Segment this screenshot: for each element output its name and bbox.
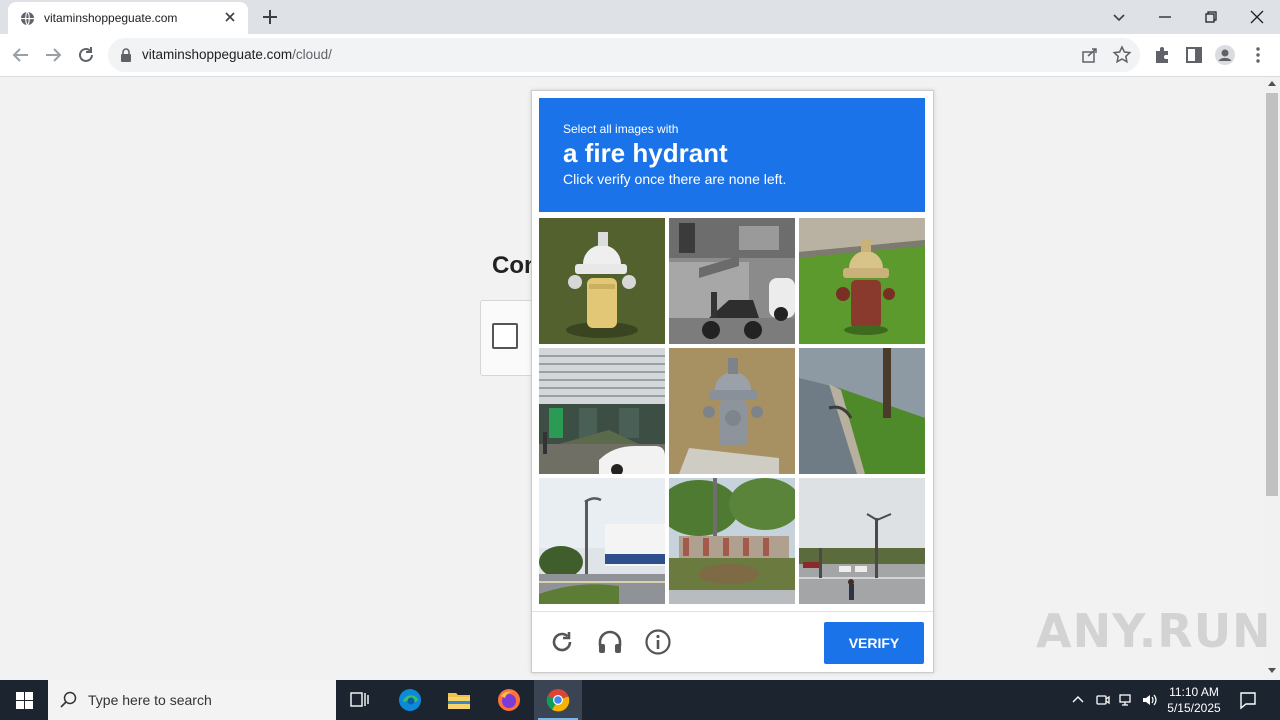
captcha-instruction-hint: Click verify once there are none left. xyxy=(563,171,787,187)
captcha-tile-5[interactable] xyxy=(669,348,795,474)
intersection-with-pedestrian-image xyxy=(799,478,925,604)
notification-center-icon[interactable] xyxy=(1238,690,1258,710)
fence-with-trees-image xyxy=(669,478,795,604)
firefox-icon xyxy=(498,689,520,711)
menu-dots-icon[interactable] xyxy=(1247,44,1269,66)
captcha-footer: VERIFY xyxy=(532,611,933,673)
system-clock[interactable]: 11:10 AM 5/15/2025 xyxy=(1162,684,1226,716)
browser-toolbar: vitaminshoppeguate.com/cloud/ xyxy=(0,34,1280,77)
audio-headphones-icon[interactable] xyxy=(596,628,624,656)
chevron-up-icon[interactable] xyxy=(1070,692,1086,708)
browser-tab[interactable]: vitaminshoppeguate.com xyxy=(8,2,248,34)
folder-icon xyxy=(448,693,470,709)
forward-arrow-icon[interactable] xyxy=(42,44,64,66)
captcha-tile-1[interactable] xyxy=(539,218,665,344)
scooter-by-stairs-image xyxy=(669,218,795,344)
captcha-tile-6[interactable] xyxy=(799,348,925,474)
url-domain: vitaminshoppeguate.com xyxy=(142,47,293,62)
captcha-tile-9[interactable] xyxy=(799,478,925,604)
captcha-tile-2[interactable] xyxy=(669,218,795,344)
new-tab-icon[interactable] xyxy=(260,7,280,27)
verification-checkbox[interactable] xyxy=(492,323,518,349)
task-view-icon xyxy=(350,692,369,707)
start-button[interactable] xyxy=(0,680,48,720)
curb-with-grass-image xyxy=(799,348,925,474)
close-tab-icon[interactable] xyxy=(222,9,238,25)
url-text: vitaminshoppeguate.com/cloud/ xyxy=(142,47,332,62)
info-icon[interactable] xyxy=(644,628,672,656)
captcha-instruction-intro: Select all images with xyxy=(563,122,679,136)
clock-time: 11:10 AM xyxy=(1169,685,1219,699)
taskbar-chrome[interactable] xyxy=(534,680,582,720)
meet-now-icon[interactable] xyxy=(1095,692,1111,708)
network-icon[interactable] xyxy=(1118,692,1134,708)
profile-avatar-icon[interactable] xyxy=(1214,44,1236,66)
volume-icon[interactable] xyxy=(1141,692,1157,708)
taskbar-firefox[interactable] xyxy=(485,680,533,720)
task-view-button[interactable] xyxy=(336,680,384,720)
scroll-up-icon[interactable] xyxy=(1268,81,1276,86)
bookmark-star-icon[interactable] xyxy=(1112,45,1132,65)
scrollbar-thumb[interactable] xyxy=(1266,93,1278,496)
building-with-car-image xyxy=(539,348,665,474)
search-placeholder: Type here to search xyxy=(88,692,212,708)
url-path: /cloud/ xyxy=(292,47,332,62)
taskbar-edge[interactable] xyxy=(386,680,434,720)
tab-search-chevron-icon[interactable] xyxy=(1108,6,1130,28)
address-bar[interactable]: vitaminshoppeguate.com/cloud/ xyxy=(108,38,1140,72)
taskbar-file-explorer[interactable] xyxy=(435,680,483,720)
verify-button[interactable]: VERIFY xyxy=(824,622,924,664)
taskbar-search-box[interactable]: Type here to search xyxy=(48,680,336,720)
lock-icon[interactable] xyxy=(120,48,132,62)
scroll-down-icon[interactable] xyxy=(1268,668,1276,673)
windows-logo-icon xyxy=(16,692,33,709)
captcha-challenge: Select all images with a fire hydrant Cl… xyxy=(531,90,934,673)
clock-date: 5/15/2025 xyxy=(1167,701,1221,715)
back-arrow-icon[interactable] xyxy=(10,44,32,66)
red-fire-hydrant-image xyxy=(799,218,925,344)
captcha-tile-4[interactable] xyxy=(539,348,665,474)
street-lamp-building-image xyxy=(539,478,665,604)
yellow-fire-hydrant-image xyxy=(539,218,665,344)
refresh-icon[interactable] xyxy=(548,628,576,656)
chrome-icon xyxy=(546,689,570,712)
share-icon[interactable] xyxy=(1080,45,1100,65)
captcha-instructions: Select all images with a fire hydrant Cl… xyxy=(539,98,925,212)
minimize-icon[interactable] xyxy=(1154,6,1176,28)
extensions-puzzle-icon[interactable] xyxy=(1151,44,1173,66)
windows-taskbar: Type here to search 11:10 AM 5/15/2025 xyxy=(0,680,1280,720)
side-panel-icon[interactable] xyxy=(1183,44,1205,66)
close-window-icon[interactable] xyxy=(1246,6,1268,28)
tab-title: vitaminshoppeguate.com xyxy=(44,11,178,25)
captcha-tile-8[interactable] xyxy=(669,478,795,604)
search-icon xyxy=(60,691,77,708)
captcha-tile-7[interactable] xyxy=(539,478,665,604)
restore-icon[interactable] xyxy=(1200,6,1222,28)
captcha-tile-3[interactable] xyxy=(799,218,925,344)
page-scrollbar[interactable] xyxy=(1264,77,1280,680)
reload-icon[interactable] xyxy=(75,44,97,66)
captcha-target-object: a fire hydrant xyxy=(563,138,728,168)
edge-browser-icon xyxy=(399,689,421,711)
grey-fire-hydrant-image xyxy=(669,348,795,474)
any-run-watermark: ANY.RUN xyxy=(1036,604,1272,658)
globe-icon xyxy=(20,11,35,26)
tab-strip: vitaminshoppeguate.com xyxy=(0,0,1280,34)
